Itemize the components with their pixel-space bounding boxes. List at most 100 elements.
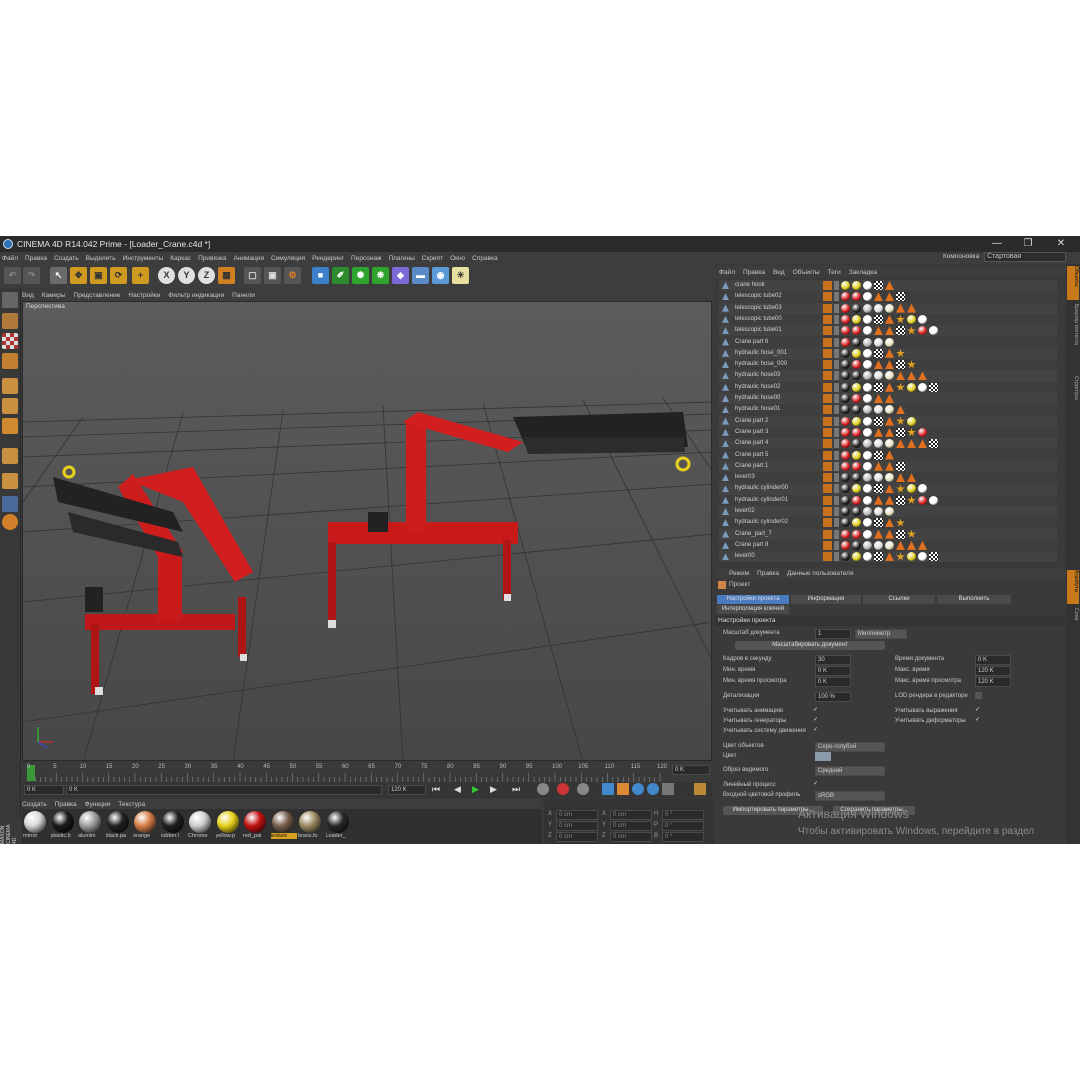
object-row[interactable]: Crane part 8 <box>719 539 1057 552</box>
coord-field[interactable]: 0 cm <box>610 821 652 831</box>
material-tag-icon[interactable] <box>874 439 883 449</box>
checker-tag-icon[interactable] <box>874 484 883 494</box>
material-tag-icon[interactable] <box>863 394 872 403</box>
material-tag-icon[interactable] <box>907 314 916 324</box>
menu-item[interactable]: Каркас <box>170 255 191 262</box>
material-tag-icon[interactable] <box>918 326 927 336</box>
object-menu-item[interactable]: Закладка <box>849 269 877 276</box>
material-tag-icon[interactable] <box>841 450 850 460</box>
object-row[interactable]: hydraulic hose01 <box>719 404 1057 416</box>
material-tag-icon[interactable] <box>841 416 850 426</box>
deformer-icon[interactable]: ◆ <box>392 267 409 284</box>
texture-projection-tag-icon[interactable] <box>874 360 883 370</box>
menu-item[interactable]: Персонаж <box>351 255 381 262</box>
material-tag-icon[interactable] <box>852 394 861 403</box>
visibility-dots-icon[interactable] <box>834 529 839 539</box>
tab-info[interactable]: Информация <box>791 595 861 604</box>
tab-content-browser[interactable]: Браузер контента <box>1067 304 1079 374</box>
timeline-window-icon[interactable] <box>694 783 706 795</box>
object-row[interactable]: telescopic tube02 <box>719 291 1057 303</box>
checker-tag-icon[interactable] <box>874 314 883 324</box>
checker-tag-icon[interactable] <box>896 292 905 302</box>
color-swatch[interactable] <box>815 752 831 761</box>
checker-tag-icon[interactable] <box>896 427 905 437</box>
min-preview-field[interactable]: 0 K <box>815 677 851 687</box>
visibility-dots-icon[interactable] <box>834 507 839 516</box>
object-menu-item[interactable]: Файл <box>719 269 735 276</box>
material-tag-icon[interactable] <box>929 326 938 336</box>
checker-tag-icon[interactable] <box>874 281 883 290</box>
material-tag-icon[interactable] <box>863 337 872 347</box>
checker-tag-icon[interactable] <box>929 439 938 449</box>
coord-field[interactable]: 0 cm <box>556 821 598 831</box>
max-preview-field[interactable]: 120 K <box>975 677 1011 687</box>
coord-field[interactable]: 0 cm <box>610 810 652 820</box>
material-tag-icon[interactable] <box>852 450 861 460</box>
move-icon[interactable]: ✥ <box>70 267 87 284</box>
object-row[interactable]: hydraulic hose03 <box>719 370 1057 382</box>
texture-mode-icon[interactable] <box>2 333 18 349</box>
menu-item[interactable]: Скрипт <box>422 255 443 262</box>
material-menu-item[interactable]: Функции <box>85 801 111 808</box>
menu-item[interactable]: Рендеринг <box>312 255 344 262</box>
texture-projection-tag-icon[interactable] <box>896 540 905 550</box>
material-tag-icon[interactable] <box>863 326 872 336</box>
material-tag-icon[interactable] <box>841 326 850 336</box>
material-swatch[interactable]: yellow.p <box>216 811 240 839</box>
material-tag-icon[interactable] <box>885 507 894 516</box>
texture-projection-tag-icon[interactable] <box>874 326 883 336</box>
floor-icon[interactable]: ▬ <box>412 267 429 284</box>
checker-tag-icon[interactable] <box>896 360 905 370</box>
texture-projection-tag-icon[interactable] <box>874 529 883 539</box>
checker-tag-icon[interactable] <box>929 382 938 392</box>
texture-projection-tag-icon[interactable] <box>885 394 894 403</box>
material-swatch[interactable]: orange <box>133 811 157 839</box>
checker-tag-icon[interactable] <box>874 348 883 358</box>
material-tag-icon[interactable] <box>841 292 850 302</box>
texture-projection-tag-icon[interactable] <box>918 540 927 550</box>
texture-projection-tag-icon[interactable] <box>874 427 883 437</box>
material-menu-item[interactable]: Текстура <box>118 801 145 808</box>
material-tag-icon[interactable] <box>885 371 894 381</box>
material-tag-icon[interactable] <box>863 292 872 302</box>
pla-key-icon[interactable] <box>662 783 674 795</box>
points-mode-icon[interactable] <box>2 378 18 394</box>
texture-projection-tag-icon[interactable] <box>874 461 883 471</box>
x-axis-lock-icon[interactable]: X <box>158 267 175 284</box>
material-tag-icon[interactable] <box>863 529 872 539</box>
viewport-menu-item[interactable]: Вид <box>22 292 34 299</box>
tweak-mode-icon[interactable] <box>2 473 18 489</box>
use-motion-checkbox[interactable]: ✓ <box>813 727 820 734</box>
material-tag-icon[interactable] <box>852 292 861 302</box>
coord-field[interactable]: 0 ° <box>662 832 704 842</box>
attribute-menu-item[interactable]: Режим <box>729 570 749 577</box>
object-row[interactable]: Crane part 6 <box>719 336 1057 348</box>
texture-projection-tag-icon[interactable] <box>885 416 894 426</box>
material-tag-icon[interactable] <box>841 394 850 403</box>
material-tag-icon[interactable] <box>852 529 861 539</box>
redo-icon[interactable]: ↷ <box>23 267 40 284</box>
subdivision-icon[interactable]: ✺ <box>352 267 369 284</box>
visibility-dots-icon[interactable] <box>834 427 839 437</box>
material-tag-icon[interactable] <box>841 484 850 494</box>
menu-item[interactable]: Выделить <box>86 255 116 262</box>
material-tag-icon[interactable] <box>863 348 872 358</box>
spline-pen-icon[interactable]: ✐ <box>332 267 349 284</box>
visibility-dots-icon[interactable] <box>834 348 839 358</box>
texture-projection-tag-icon[interactable] <box>907 303 916 313</box>
material-tag-icon[interactable] <box>841 405 850 415</box>
array-icon[interactable]: ❋ <box>372 267 389 284</box>
object-row[interactable]: hydraulic cylinder02 <box>719 517 1057 529</box>
material-tag-icon[interactable] <box>863 314 872 324</box>
locked-workplane-icon[interactable] <box>2 514 18 530</box>
material-tag-icon[interactable] <box>841 473 850 483</box>
material-tag-icon[interactable] <box>929 495 938 505</box>
texture-projection-tag-icon[interactable] <box>907 540 916 550</box>
maximize-button[interactable]: ❐ <box>1013 236 1043 252</box>
material-tag-icon[interactable] <box>918 427 927 437</box>
model-mode-icon[interactable] <box>2 313 18 329</box>
phong-tag-icon[interactable] <box>896 552 905 561</box>
material-tag-icon[interactable] <box>907 382 916 392</box>
object-row[interactable]: lever00 <box>719 551 1057 563</box>
tab-attributes[interactable]: Атрибуты <box>1067 570 1079 604</box>
